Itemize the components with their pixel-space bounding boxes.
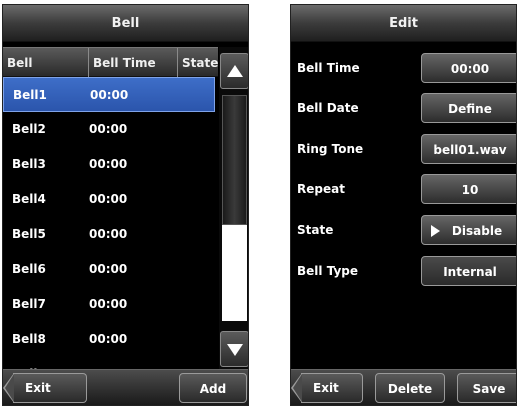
field-label-ring-tone: Ring Tone	[297, 142, 364, 156]
column-header-bell: Bell	[3, 48, 89, 78]
bell-name: Bell8	[12, 332, 46, 346]
table-row[interactable]: Bell5 00:00	[3, 217, 215, 252]
table-row[interactable]: Bell1 00:00	[3, 77, 215, 112]
table-row[interactable]: Bell6 00:00	[3, 252, 215, 287]
page-title: Edit	[291, 5, 516, 42]
arrow-up-icon	[227, 65, 243, 77]
bell-time: 00:00	[89, 262, 128, 276]
scroll-thumb[interactable]	[222, 95, 247, 225]
state-toggle-button[interactable]: Disable	[421, 215, 516, 245]
field-label-state: State	[297, 223, 334, 237]
delete-button[interactable]: Delete	[375, 373, 445, 403]
bell-list-screen: Bell Bell Bell Time State Bell1 00:00 Be…	[2, 4, 249, 406]
bell-time: 00:00	[89, 192, 128, 206]
table-row[interactable]: Bell7 00:00	[3, 287, 215, 322]
arrow-down-icon	[227, 344, 243, 356]
exit-button[interactable]: Exit	[291, 373, 371, 403]
repeat-button[interactable]: 10	[421, 174, 516, 204]
scroll-track[interactable]	[222, 95, 247, 321]
bell-time: 00:00	[89, 332, 128, 346]
field-label-bell-date: Bell Date	[297, 101, 359, 115]
bell-name: Bell5	[12, 227, 46, 241]
bell-name: Bell2	[12, 122, 46, 136]
field-label-bell-time: Bell Time	[297, 61, 360, 75]
edit-screen: Edit Bell Time 00:00 Bell Date Define Ri…	[290, 4, 517, 406]
bell-time: 00:00	[89, 297, 128, 311]
table-row[interactable]: Bell3 00:00	[3, 147, 215, 182]
bell-name: Bell4	[12, 192, 46, 206]
column-header-state: State	[182, 56, 218, 70]
scroll-down-button[interactable]	[220, 331, 248, 367]
bell-date-button[interactable]: Define	[421, 93, 516, 123]
bell-name: Bell3	[12, 157, 46, 171]
bottom-toolbar: Exit Add	[3, 369, 248, 405]
exit-label: Exit	[313, 381, 339, 395]
field-label-repeat: Repeat	[297, 182, 345, 196]
bell-time: 00:00	[89, 122, 128, 136]
field-label-bell-type: Bell Type	[297, 264, 359, 278]
save-button[interactable]: Save	[457, 373, 516, 403]
bell-time: 00:00	[90, 88, 129, 102]
table-header: Bell Bell Time State	[3, 47, 218, 78]
bell-name: Bell1	[13, 88, 47, 102]
table-row[interactable]: Bell4 00:00	[3, 182, 215, 217]
bell-time: 00:00	[89, 227, 128, 241]
bell-name: Bell6	[12, 262, 46, 276]
table-row[interactable]: Bell2 00:00	[3, 112, 215, 147]
add-button[interactable]: Add	[179, 373, 247, 403]
ring-tone-button[interactable]: bell01.wav	[421, 134, 516, 164]
bell-time: 00:00	[89, 157, 128, 171]
scroll-up-button[interactable]	[220, 53, 248, 89]
bottom-toolbar: Exit Delete Save	[291, 369, 516, 405]
column-header-bell-time: Bell Time	[89, 48, 178, 78]
exit-button[interactable]: Exit	[3, 373, 99, 403]
bell-time-button[interactable]: 00:00	[421, 53, 516, 83]
exit-label: Exit	[25, 381, 51, 395]
page-title: Bell	[3, 5, 248, 42]
bell-table: Bell1 00:00 Bell2 00:00 Bell3 00:00 Bell…	[3, 77, 218, 373]
play-icon	[431, 225, 440, 237]
bell-name: Bell7	[12, 297, 46, 311]
scrollbar[interactable]	[219, 47, 248, 373]
state-value: Disable	[451, 224, 503, 238]
table-row[interactable]: Bell8 00:00	[3, 322, 215, 357]
bell-type-button[interactable]: Internal	[421, 256, 516, 286]
